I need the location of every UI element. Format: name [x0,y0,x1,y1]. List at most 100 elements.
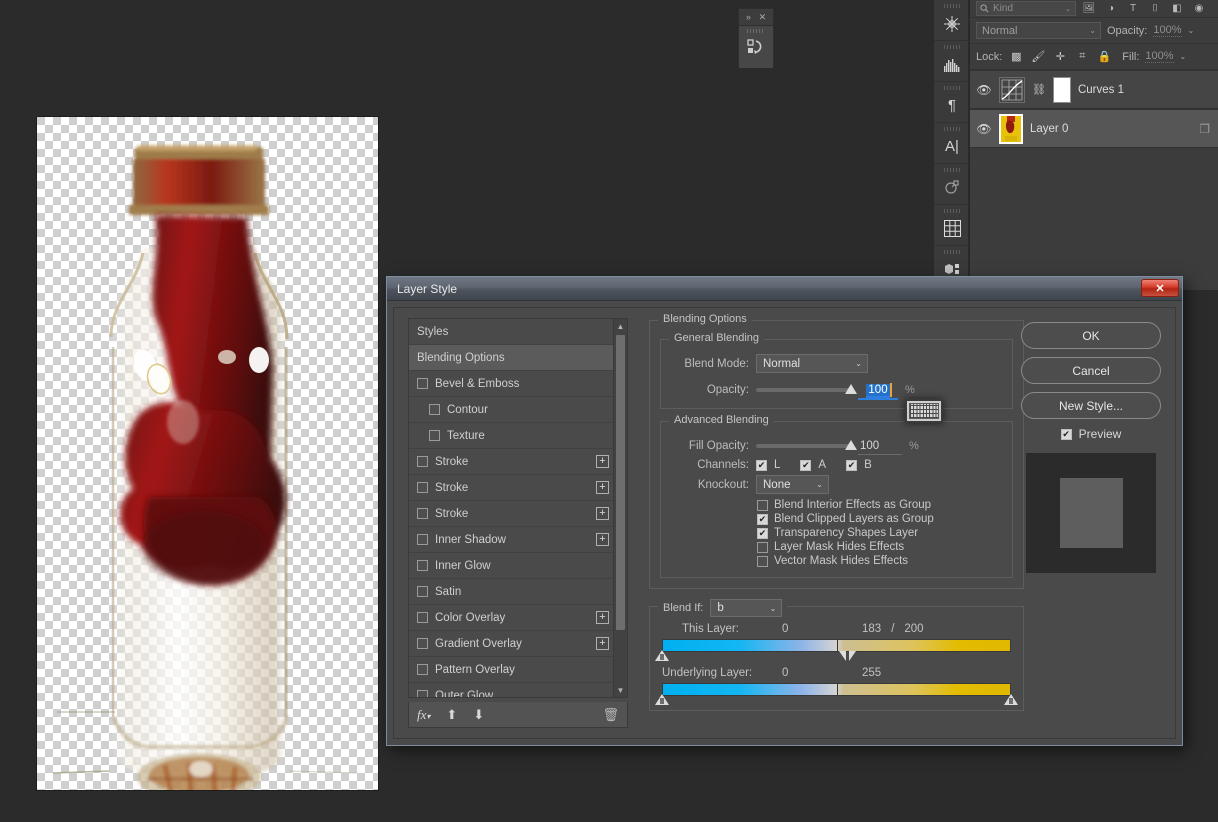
list-item-stroke-2[interactable]: Stroke + [409,475,613,501]
list-item-inner-glow[interactable]: Inner Glow [409,553,613,579]
chevron-down-icon[interactable]: ⌄ [770,604,777,613]
checkbox[interactable] [429,404,440,415]
this-layer-white-low-handle[interactable] [839,651,846,661]
list-item-gradient-overlay[interactable]: Gradient Overlay + [409,631,613,657]
smart-object-filter-icon[interactable]: ◧ [1168,2,1186,16]
fx-icon[interactable]: fx▾ [417,707,430,723]
checkbox[interactable] [417,560,428,571]
opacity-slider[interactable] [756,384,857,394]
checkbox[interactable] [417,690,428,697]
chevron-up-icon[interactable]: ▲ [614,319,627,333]
lock-artboard-icon[interactable]: ⌗ [1074,50,1090,63]
new-style-button[interactable]: New Style... [1021,392,1161,419]
list-item-blending-options[interactable]: Blending Options [409,345,613,371]
blend-if-channel-select[interactable]: b ⌄ [710,599,783,617]
checkbox-channel-b[interactable] [846,459,858,471]
chevron-down-icon[interactable]: ⌄ [1188,26,1195,35]
curves-adjustment-icon[interactable] [999,76,1025,103]
checkbox[interactable] [417,482,428,493]
ok-button[interactable]: OK [1021,322,1161,349]
checkbox[interactable] [417,508,428,519]
chevron-down-icon[interactable]: ⌄ [816,480,823,489]
underlying-layer-black-value[interactable]: 0 [782,667,862,679]
blend-interior-effects-row[interactable]: Blend Interior Effects as Group [757,499,1002,511]
eye-icon[interactable]: 👁 [976,83,992,97]
slider-knob[interactable] [845,439,857,450]
add-effect-icon[interactable]: + [596,455,609,468]
rail-item-swatches[interactable] [934,205,970,246]
this-layer-white-low-value[interactable]: 183 [862,623,881,635]
move-up-icon[interactable]: ⬆ [446,707,457,723]
checkbox[interactable] [757,513,768,525]
blend-mode-select[interactable]: Normal ⌄ [756,354,868,373]
checkbox[interactable] [757,555,768,567]
actions-icon[interactable] [739,26,773,68]
panel-grip[interactable] [944,45,960,49]
checkbox[interactable] [417,378,428,389]
slider-knob[interactable] [845,384,857,394]
layer-kind-filter[interactable]: Kind ⌄ [976,1,1076,16]
underlying-layer-slider[interactable] [655,683,1018,705]
preview-row[interactable]: Preview [1021,427,1161,441]
checkbox[interactable] [417,664,428,675]
styles-list-header[interactable]: Styles [409,319,613,345]
pixel-filter-icon[interactable]: 🖼 [1080,2,1098,16]
this-layer-black-value[interactable]: 0 [782,623,862,635]
filter-toggle-icon[interactable]: ◉ [1190,2,1208,16]
table-row[interactable]: 👁 Layer 0 ❐ [970,109,1218,148]
checkbox[interactable] [429,430,440,441]
chevron-down-icon[interactable]: ⌄ [1089,26,1096,35]
list-item-inner-shadow[interactable]: Inner Shadow + [409,527,613,553]
checkbox[interactable] [417,638,428,649]
rail-item-character[interactable]: A| [934,123,970,164]
layer-mask-hides-effects-row[interactable]: Layer Mask Hides Effects [757,541,1002,553]
table-row[interactable]: 👁 ⛓ Curves 1 [970,70,1218,109]
checkbox[interactable] [757,527,768,539]
list-item-bevel-emboss[interactable]: Bevel & Emboss [409,371,613,397]
adjustment-filter-icon[interactable]: ◑ [1102,2,1120,16]
this-layer-white-high-value[interactable]: 200 [904,623,923,635]
add-effect-icon[interactable]: + [596,637,609,650]
add-effect-icon[interactable]: + [596,611,609,624]
rail-item-histogram[interactable] [934,41,970,82]
clipping-mask-icon[interactable]: ❐ [1199,122,1210,136]
shape-filter-icon[interactable]: ⌷ [1146,2,1164,16]
chevron-down-icon[interactable]: ⌄ [1065,5,1071,13]
document-canvas[interactable] [37,117,378,790]
panel-grip[interactable] [747,29,765,33]
list-item-color-overlay[interactable]: Color Overlay + [409,605,613,631]
add-effect-icon[interactable]: + [596,481,609,494]
rail-item-color[interactable] [934,0,970,41]
fill-opacity-input[interactable]: 100 [860,440,879,452]
underlying-layer-white-handle[interactable] [1004,694,1018,705]
cancel-button[interactable]: Cancel [1021,357,1161,384]
layer-blend-mode-select[interactable]: Normal ⌄ [976,22,1101,39]
layer-name[interactable]: Curves 1 [1078,84,1124,96]
lock-image-icon[interactable]: 🖌 [1030,50,1046,63]
fill-opacity-slider[interactable] [756,439,857,450]
panel-grip[interactable] [944,209,960,213]
dialog-titlebar[interactable]: Layer Style ✕ [387,277,1182,301]
close-icon[interactable]: ✕ [759,12,767,22]
checkbox-channel-l[interactable] [756,459,767,471]
styles-scrollbar[interactable]: ▲ ▼ [613,319,627,697]
fill-value[interactable]: 100% [1145,50,1174,63]
panel-grip[interactable] [944,127,960,131]
add-effect-icon[interactable]: + [596,533,609,546]
move-down-icon[interactable]: ⬇ [473,707,484,723]
blend-clipped-layers-row[interactable]: Blend Clipped Layers as Group [757,513,1002,525]
actions-panel-collapsed[interactable]: » ✕ [738,8,774,68]
vector-mask-hides-effects-row[interactable]: Vector Mask Hides Effects [757,555,1002,567]
checkbox[interactable] [417,456,428,467]
this-layer-black-handle[interactable] [655,650,669,661]
list-item-stroke-3[interactable]: Stroke + [409,501,613,527]
opacity-input[interactable]: 100 [866,384,890,398]
close-icon[interactable]: ✕ [1141,279,1179,297]
checkbox[interactable] [417,586,428,597]
list-item-pattern-overlay[interactable]: Pattern Overlay [409,657,613,683]
checkbox[interactable] [757,541,768,553]
list-item-texture[interactable]: Texture [409,423,613,449]
lock-position-icon[interactable]: ✛ [1052,50,1068,63]
link-icon[interactable]: ⛓ [1032,83,1046,96]
layer-opacity-value[interactable]: 100% [1153,24,1182,37]
